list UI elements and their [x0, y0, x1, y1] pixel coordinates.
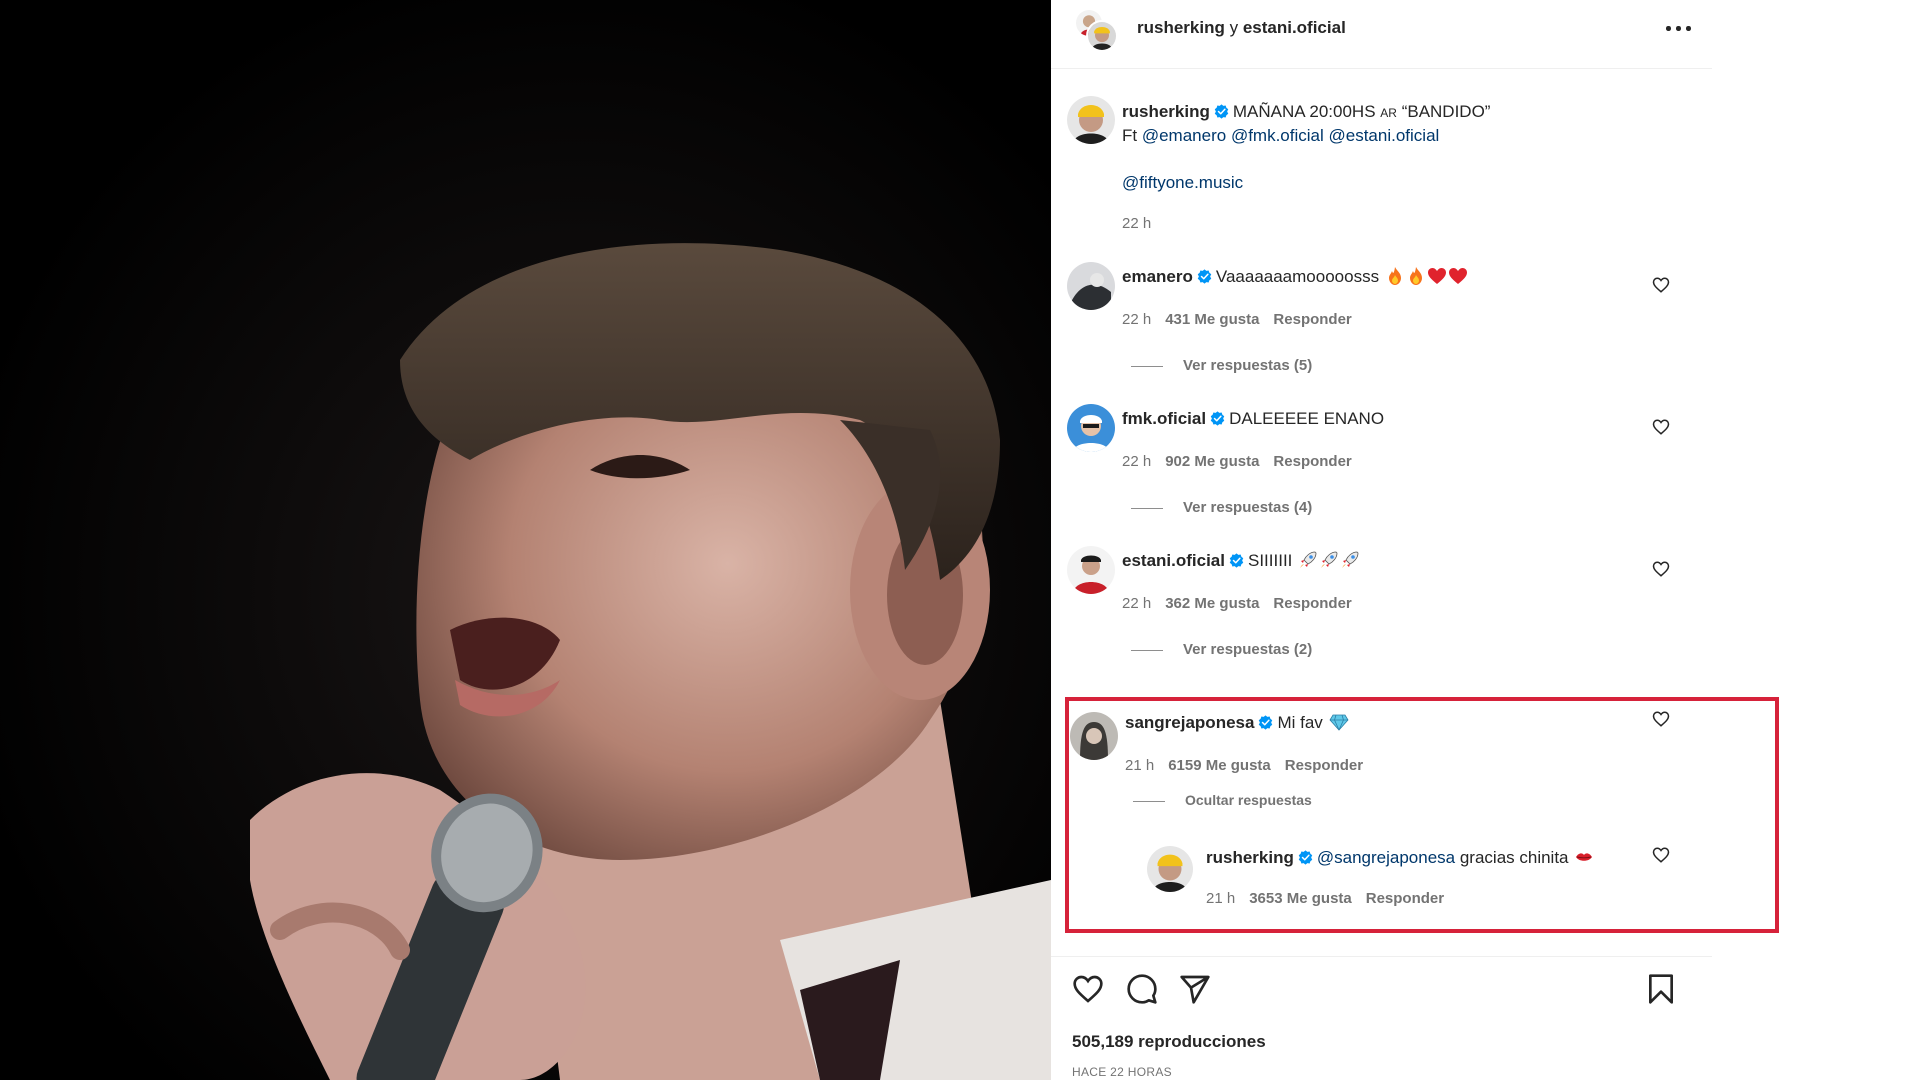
post-header: rusherking y estani.oficial [1051, 0, 1712, 69]
caption-ft: Ft [1122, 126, 1138, 145]
caption-meta: 22 h [1122, 215, 1165, 232]
like-heart-icon[interactable] [1652, 276, 1670, 294]
author-1[interactable]: rusherking [1137, 18, 1225, 37]
view-replies-label: Ver respuestas (4) [1183, 499, 1313, 516]
avatar[interactable] [1067, 404, 1115, 452]
post-actions: 505,189 reproducciones HACE 22 HORAS [1051, 956, 1712, 1080]
reply-button[interactable]: Responder [1273, 453, 1351, 470]
timestamp[interactable]: 22 h [1122, 311, 1151, 328]
avatar[interactable] [1067, 96, 1115, 144]
fire-emoji-icon [1409, 267, 1422, 285]
rocket-emoji-icon [1300, 551, 1317, 568]
red-heart-emoji-icon [1448, 268, 1467, 284]
heart-icon[interactable] [1072, 973, 1104, 1005]
share-icon[interactable] [1179, 973, 1211, 1005]
author-joiner: y [1224, 18, 1243, 37]
post-video[interactable] [0, 0, 1051, 1080]
comment-username[interactable]: estani.oficial [1122, 551, 1225, 570]
view-replies-button[interactable]: Ver respuestas (2) [1131, 641, 1312, 658]
view-replies-button[interactable]: Ver respuestas (4) [1131, 499, 1312, 516]
avatar[interactable] [1067, 262, 1115, 310]
verified-badge-icon [1210, 411, 1225, 426]
comment-meta: 22 h 431 Me gusta Responder [1122, 311, 1366, 328]
view-replies-button[interactable]: Ver respuestas (5) [1131, 357, 1312, 374]
timestamp[interactable]: 22 h [1122, 215, 1151, 232]
comment-text: SIIIIIII [1247, 551, 1293, 570]
view-replies-label: Ver respuestas (5) [1183, 357, 1313, 374]
highlight-annotation [1065, 697, 1779, 933]
rocket-emoji-icon [1321, 551, 1338, 568]
author-2[interactable]: estani.oficial [1243, 18, 1346, 37]
mention-link[interactable]: @fiftyone.music [1122, 173, 1243, 192]
reply-button[interactable]: Responder [1273, 311, 1351, 328]
avatar[interactable] [1067, 546, 1115, 594]
timestamp[interactable]: 22 h [1122, 453, 1151, 470]
comment-text: Vaaaaaaamooooosss [1215, 267, 1380, 286]
comment-meta: 22 h 362 Me gusta Responder [1122, 595, 1366, 612]
comment-text: DALEEEEE ENANO [1229, 409, 1385, 428]
like-heart-icon[interactable] [1652, 418, 1670, 436]
fire-emoji-icon [1388, 267, 1401, 285]
collab-avatars[interactable] [1074, 8, 1118, 52]
mention-link[interactable]: @estani.oficial [1329, 126, 1440, 145]
video-frame-image [0, 0, 1051, 1080]
bookmark-icon[interactable] [1645, 973, 1677, 1005]
mention-link[interactable]: @emanero [1142, 126, 1226, 145]
views-count[interactable]: 505,189 reproducciones [1072, 1032, 1266, 1052]
caption-text-title: “BANDIDO” [1401, 102, 1491, 121]
red-heart-emoji-icon [1427, 268, 1446, 284]
post-authors[interactable]: rusherking y estani.oficial [1137, 18, 1346, 38]
view-replies-label: Ver respuestas (2) [1183, 641, 1313, 658]
post-time[interactable]: HACE 22 HORAS [1072, 1065, 1172, 1079]
rocket-emoji-icon [1342, 551, 1359, 568]
verified-badge-icon [1197, 269, 1212, 284]
caption-text-main: MAÑANA 20:00HS [1232, 102, 1376, 121]
verified-badge-icon [1229, 553, 1244, 568]
likes-count[interactable]: 431 Me gusta [1165, 311, 1259, 328]
comment-username[interactable]: emanero [1122, 267, 1193, 286]
caption-username[interactable]: rusherking [1122, 102, 1210, 121]
avatar-rusherking [1086, 20, 1118, 52]
comment-username[interactable]: fmk.oficial [1122, 409, 1206, 428]
more-options-icon[interactable] [1663, 16, 1697, 40]
verified-badge-icon [1214, 104, 1229, 119]
comment-icon[interactable] [1126, 973, 1158, 1005]
like-heart-icon[interactable] [1652, 560, 1670, 578]
comment-meta: 22 h 902 Me gusta Responder [1122, 453, 1366, 470]
reply-button[interactable]: Responder [1273, 595, 1351, 612]
mention-link[interactable]: @fmk.oficial [1231, 126, 1324, 145]
likes-count[interactable]: 362 Me gusta [1165, 595, 1259, 612]
likes-count[interactable]: 902 Me gusta [1165, 453, 1259, 470]
timestamp[interactable]: 22 h [1122, 595, 1151, 612]
caption-text-ar: AR [1380, 106, 1397, 120]
